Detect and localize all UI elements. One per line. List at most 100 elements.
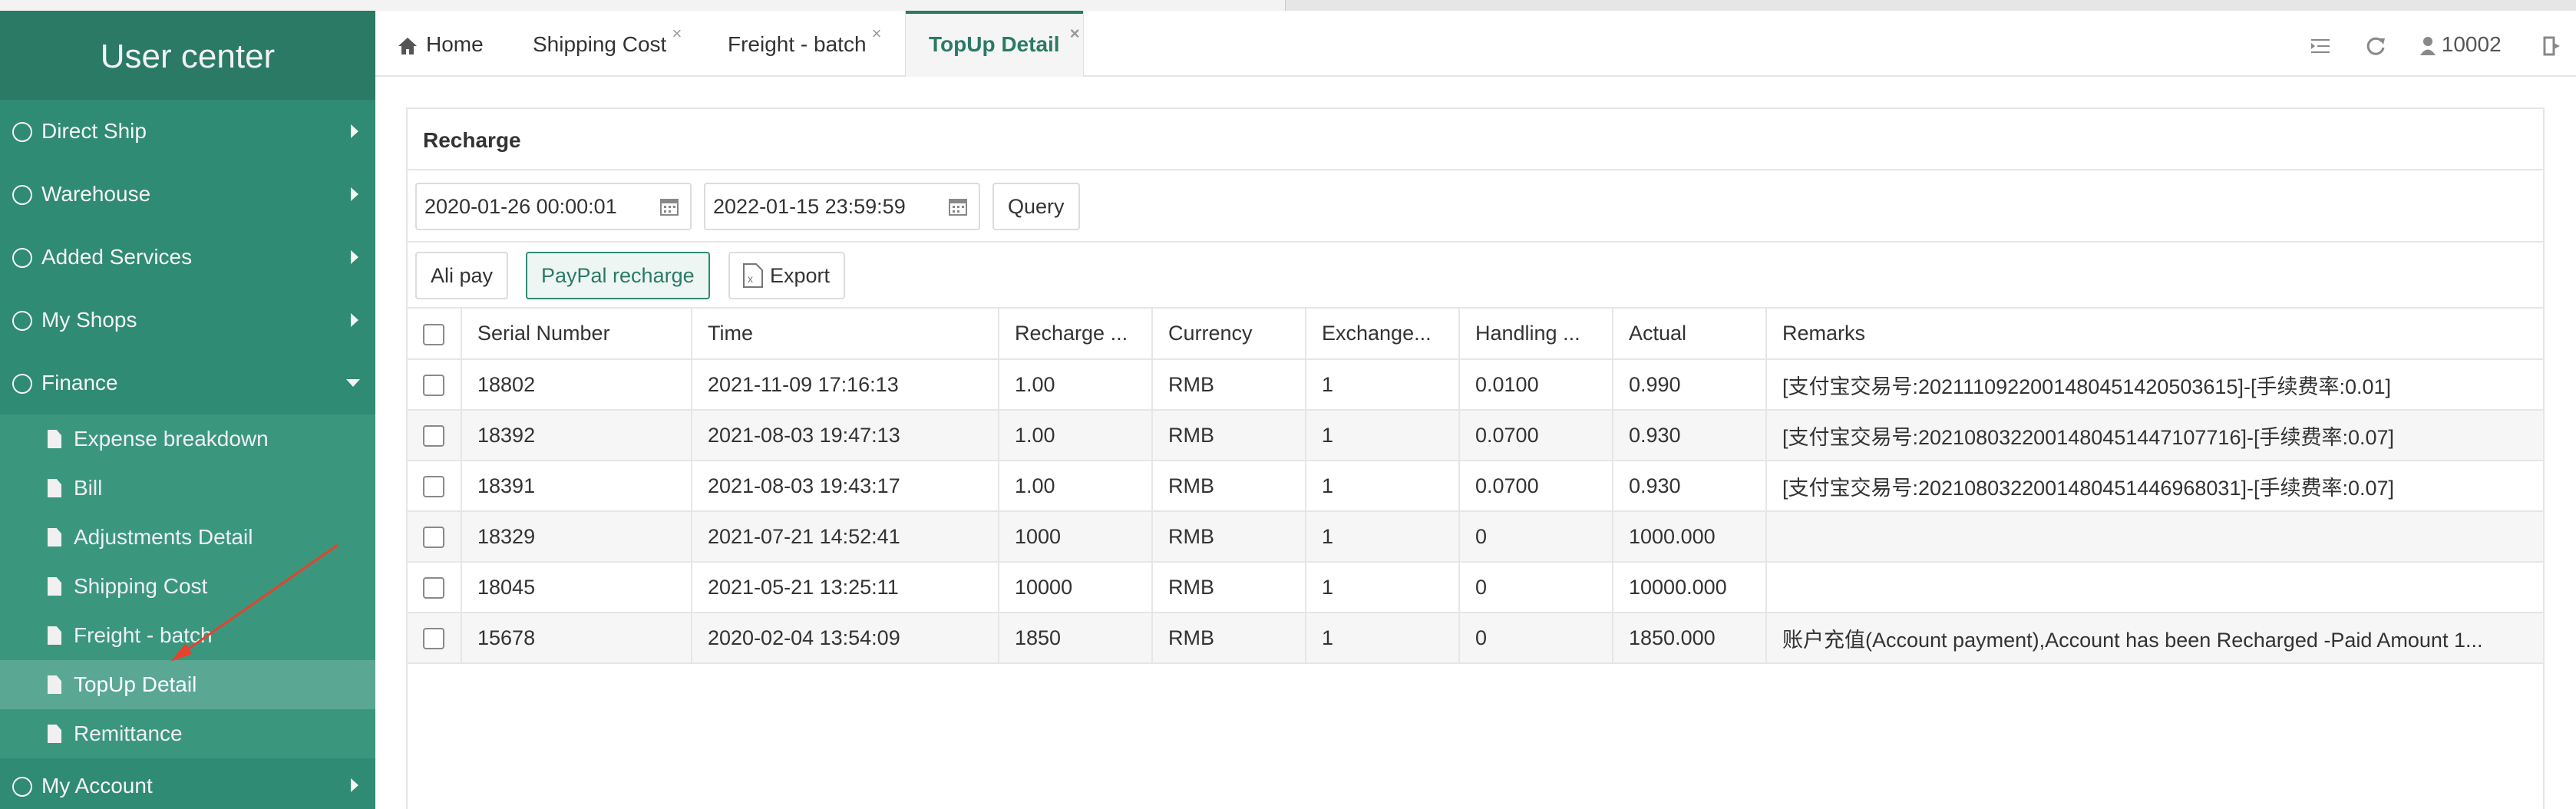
column-header[interactable]: Handling ... — [1459, 309, 1613, 360]
start-date-value: 2020-01-26 00:00:01 — [424, 195, 617, 218]
alipay-button[interactable]: Ali pay — [415, 252, 509, 299]
select-all-checkbox[interactable] — [423, 323, 444, 345]
collapse-menu-button[interactable] — [2310, 11, 2331, 77]
start-date-input[interactable]: 2020-01-26 00:00:01 — [415, 183, 692, 230]
cell-time: 2021-11-09 17:16:13 — [692, 359, 999, 411]
table-row[interactable]: 18045 2021-05-21 13:25:11 10000 RMB 1 0 … — [408, 562, 2543, 613]
tab-home[interactable]: Home — [397, 11, 484, 77]
cell-exchange: 1 — [1306, 359, 1460, 411]
sidebar-item-finance[interactable]: Finance — [0, 352, 375, 414]
cell-serial: 18392 — [461, 410, 692, 461]
sidebar-item-topup-detail[interactable]: TopUp Detail — [0, 660, 375, 709]
end-date-input[interactable]: 2022-01-15 23:59:59 — [704, 183, 980, 230]
cell-serial: 18045 — [461, 562, 692, 613]
cell-exchange: 1 — [1306, 511, 1460, 563]
tab-topup-detail[interactable]: TopUp Detail × — [905, 11, 1084, 77]
row-select-cell[interactable] — [408, 461, 462, 512]
sidebar-item-adjustments-detail[interactable]: Adjustments Detail — [0, 513, 375, 562]
sidebar-item-freight-batch[interactable]: Freight - batch — [0, 611, 375, 660]
table-row[interactable]: 15678 2020-02-04 13:54:09 1850 RMB 1 0 1… — [408, 613, 2543, 664]
circle-icon — [12, 248, 32, 268]
cell-remarks: 账户充值(Account payment),Account has been R… — [1766, 613, 2543, 664]
sidebar-item-added-services[interactable]: Added Services — [0, 226, 375, 289]
row-checkbox[interactable] — [423, 476, 444, 498]
sidebar-item-expense-breakdown[interactable]: Expense breakdown — [0, 414, 375, 464]
sidebar-item-bill[interactable]: Bill — [0, 464, 375, 513]
cell-handling: 0 — [1459, 511, 1613, 563]
sidebar-item-warehouse[interactable]: Warehouse — [0, 163, 375, 226]
tab-label: Home — [426, 32, 484, 56]
user-menu[interactable]: 10002 — [2420, 11, 2502, 77]
sidebar-item-direct-ship[interactable]: Direct Ship — [0, 100, 375, 163]
sidebar-item-label: Expense breakdown — [74, 427, 269, 451]
filter-row: 2020-01-26 00:00:01 2022-01-15 23:59:59 … — [408, 170, 2543, 243]
sidebar-item-my-shops[interactable]: My Shops — [0, 289, 375, 352]
table-row[interactable]: 18392 2021-08-03 19:47:13 1.00 RMB 1 0.0… — [408, 410, 2543, 461]
cell-serial: 18391 — [461, 461, 692, 512]
cell-handling: 0 — [1459, 613, 1613, 664]
export-button[interactable]: x Export — [728, 252, 846, 299]
cell-exchange: 1 — [1306, 410, 1460, 461]
row-select-cell[interactable] — [408, 359, 462, 411]
svg-text:x: x — [748, 272, 753, 285]
row-checkbox[interactable] — [423, 527, 444, 549]
sidebar-item-remittance[interactable]: Remittance — [0, 709, 375, 758]
tab-label: Freight - batch — [728, 32, 867, 56]
close-icon[interactable]: × — [872, 0, 882, 68]
refresh-button[interactable] — [2365, 11, 2386, 77]
column-header[interactable]: Time — [692, 309, 999, 360]
column-header[interactable]: Recharge ... — [999, 309, 1153, 360]
sidebar-item-label: Remittance — [74, 721, 183, 745]
row-select-cell[interactable] — [408, 410, 462, 461]
query-button[interactable]: Query — [992, 183, 1080, 230]
circle-icon — [12, 185, 32, 205]
row-select-cell[interactable] — [408, 562, 462, 613]
user-icon — [2420, 36, 2436, 55]
row-checkbox[interactable] — [423, 425, 444, 447]
table-row[interactable]: 18802 2021-11-09 17:16:13 1.00 RMB 1 0.0… — [408, 359, 2543, 411]
cell-time: 2020-02-04 13:54:09 — [692, 613, 999, 664]
cell-currency: RMB — [1152, 359, 1306, 411]
caret-right-icon — [351, 313, 358, 327]
cell-actual: 0.930 — [1613, 410, 1767, 461]
indent-icon — [2311, 38, 2330, 53]
sidebar-item-shipping-cost[interactable]: Shipping Cost — [0, 562, 375, 611]
close-icon[interactable]: × — [672, 0, 682, 68]
tab-label: Shipping Cost — [533, 32, 667, 56]
column-header[interactable]: Exchange... — [1306, 309, 1460, 360]
table-row[interactable]: 18329 2021-07-21 14:52:41 1000 RMB 1 0 1… — [408, 511, 2543, 563]
cell-recharge: 1.00 — [999, 410, 1153, 461]
table-row[interactable]: 18391 2021-08-03 19:43:17 1.00 RMB 1 0.0… — [408, 461, 2543, 512]
column-header[interactable]: Serial Number — [461, 309, 692, 360]
column-header[interactable]: Currency — [1152, 309, 1306, 360]
cell-recharge: 1.00 — [999, 359, 1153, 411]
finance-submenu: Expense breakdown Bill Adjustments Detai… — [0, 414, 375, 758]
cell-recharge: 1000 — [999, 511, 1153, 563]
row-checkbox[interactable] — [423, 577, 444, 599]
column-header[interactable]: Remarks — [1766, 309, 2543, 360]
row-checkbox[interactable] — [423, 375, 444, 397]
cell-recharge: 10000 — [999, 562, 1153, 613]
close-icon[interactable]: × — [1070, 0, 1080, 68]
recharge-panel: Recharge 2020-01-26 00:00:01 2022-01-15 … — [406, 107, 2545, 809]
cell-serial: 18802 — [461, 359, 692, 411]
caret-down-icon — [346, 379, 360, 387]
logout-button[interactable] — [2543, 11, 2563, 77]
caret-right-icon — [351, 187, 358, 201]
column-header[interactable]: Actual — [1613, 309, 1767, 360]
table-header-row: Serial Number Time Recharge ... Currency… — [408, 309, 2543, 360]
row-select-cell[interactable] — [408, 511, 462, 563]
row-checkbox[interactable] — [423, 628, 444, 650]
sidebar-item-my-account[interactable]: My Account — [0, 758, 375, 809]
cell-remarks — [1766, 562, 2543, 613]
paypal-recharge-button[interactable]: PayPal recharge — [526, 252, 710, 299]
caret-right-icon — [351, 124, 358, 138]
select-all-cell[interactable] — [408, 309, 462, 360]
cell-currency: RMB — [1152, 562, 1306, 613]
row-select-cell[interactable] — [408, 613, 462, 664]
tab-shipping-cost[interactable]: Shipping Cost × — [533, 11, 682, 77]
tab-freight-batch[interactable]: Freight - batch × — [728, 11, 882, 77]
sidebar-item-label: Direct Ship — [41, 119, 147, 143]
cell-exchange: 1 — [1306, 562, 1460, 613]
end-date-value: 2022-01-15 23:59:59 — [713, 195, 906, 218]
